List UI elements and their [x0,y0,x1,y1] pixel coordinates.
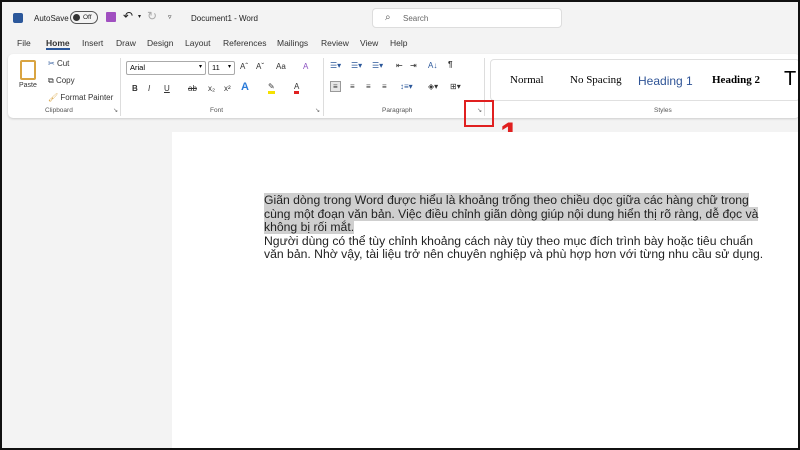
justify-icon[interactable]: ≡ [382,82,387,91]
tab-help[interactable]: Help [390,38,407,48]
tab-review[interactable]: Review [321,38,349,48]
undo-dropdown-icon[interactable]: ▾ [138,13,141,20]
text-effects-button[interactable]: A [241,81,249,93]
font-group-label: Font [210,107,224,114]
document-title: Document1 - Word [191,14,258,23]
word-window: AutoSave Off ↶ ▾ ↻ ▿ Document1 - Word ⌕ … [0,0,800,450]
increase-indent-icon[interactable]: ⇥ [410,61,417,70]
search-placeholder: Search [403,14,429,23]
tab-mailings[interactable]: Mailings [277,38,308,48]
line-spacing-icon[interactable]: ↕≡▾ [400,82,413,91]
style-heading-1[interactable]: Heading 1 [638,74,693,88]
bullets-icon[interactable]: ☰▾ [330,61,341,70]
customize-toolbar-icon[interactable]: ▿ [168,13,172,21]
tab-layout[interactable]: Layout [185,38,211,48]
style-no-spacing[interactable]: No Spacing [570,74,622,86]
font-size-select[interactable]: 11 ▾ [208,61,235,75]
superscript-button[interactable]: x² [224,84,231,93]
ribbon-tabs: File Home Insert Draw Design Layout Refe… [2,34,798,52]
brush-icon: 🖌 [48,93,61,102]
selected-paragraph[interactable]: Giãn dòng trong Word được hiểu là khoảng… [264,193,759,235]
style-normal[interactable]: Normal [510,74,544,86]
format-painter-button[interactable]: 🖌 Format Painter [48,93,113,102]
redo-icon[interactable]: ↻ [147,9,157,23]
annotation-highlight-box [464,100,494,127]
cut-button[interactable]: ✂ Cut [48,59,69,68]
show-formatting-button[interactable]: ¶ [448,60,452,69]
paste-button[interactable]: Paste [19,82,37,89]
search-box[interactable]: ⌕ Search [372,8,562,28]
align-center-icon[interactable]: ≡ [350,82,355,91]
change-case-button[interactable]: Aa [276,62,286,71]
scissors-icon: ✂ [48,59,57,68]
clipboard-group-label: Clipboard [45,107,73,114]
paragraph-group-label: Paragraph [382,107,413,114]
shading-icon[interactable]: ◈▾ [428,82,438,91]
underline-button[interactable]: U [164,84,170,93]
autosave-toggle[interactable]: Off [70,11,98,24]
align-right-icon[interactable]: ≡ [366,82,371,91]
copy-button[interactable]: ⧉ Copy [48,76,75,86]
font-color-button[interactable]: A [294,82,300,94]
style-title[interactable]: T [784,68,796,91]
tab-file[interactable]: File [17,38,31,48]
align-left-icon[interactable]: ≡ [330,81,341,92]
tab-insert[interactable]: Insert [82,38,103,48]
multilevel-list-icon[interactable]: ☰▾ [372,61,383,70]
tab-draw[interactable]: Draw [116,38,136,48]
autosave-label: AutoSave [34,14,69,23]
grow-font-button[interactable]: Aˆ [240,62,248,71]
tab-references[interactable]: References [223,38,266,48]
title-bar: AutoSave Off ↶ ▾ ↻ ▿ Document1 - Word ⌕ … [2,2,798,34]
clipboard-dialog-launcher-icon[interactable]: ↘ [113,107,118,114]
paragraph-2[interactable]: Người dùng có thể tùy chỉnh khoảng cách … [264,234,763,262]
font-dialog-launcher-icon[interactable]: ↘ [315,107,320,114]
save-icon[interactable] [106,12,116,22]
clear-formatting-icon[interactable]: A [303,62,308,71]
ribbon: Paste ✂ Cut ⧉ Copy 🖌 Format Painter Clip… [8,54,798,118]
subscript-button[interactable]: x₂ [208,84,215,93]
shrink-font-button[interactable]: Aˇ [256,62,264,71]
styles-group-label: Styles [654,107,672,114]
bold-button[interactable]: B [132,84,138,93]
tab-home[interactable]: Home [46,38,70,50]
search-icon: ⌕ [385,12,391,23]
document-body[interactable]: Giãn dòng trong Word được hiểu là khoảng… [264,193,764,262]
word-logo-icon [13,13,23,23]
italic-button[interactable]: I [148,84,150,93]
decrease-indent-icon[interactable]: ⇤ [396,61,403,70]
tab-design[interactable]: Design [147,38,173,48]
tab-view[interactable]: View [360,38,378,48]
document-page[interactable]: Giãn dòng trong Word được hiểu là khoảng… [172,132,798,448]
numbering-icon[interactable]: ☰▾ [351,61,362,70]
borders-icon[interactable]: ⊞▾ [450,82,461,91]
style-heading-2[interactable]: Heading 2 [712,74,760,86]
highlight-color-button[interactable]: ✎ [268,82,275,94]
font-name-select[interactable]: Arial ▾ [126,61,206,75]
undo-icon[interactable]: ↶ [123,9,133,23]
paste-icon[interactable] [20,60,36,80]
copy-icon: ⧉ [48,76,56,85]
sort-button[interactable]: A↓ [428,61,437,70]
strikethrough-button[interactable]: ab [188,84,197,93]
